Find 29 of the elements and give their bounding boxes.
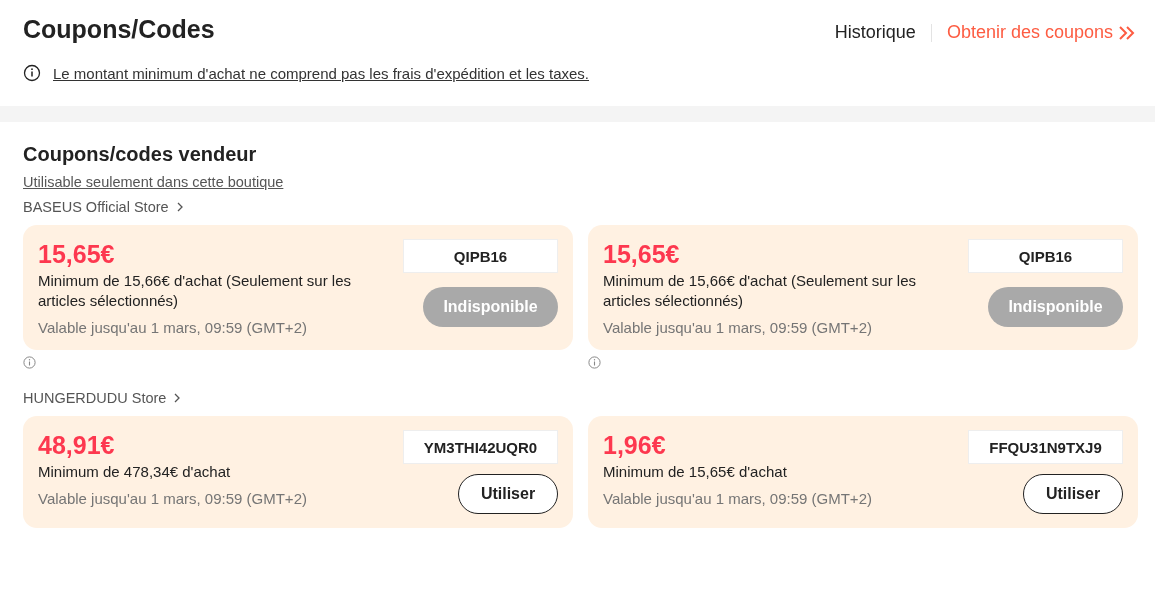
- coupon-amount: 1,96€: [603, 430, 667, 460]
- coupon-condition: Minimum de 15,66€ d'achat (Seulement sur les articles sélectionnés): [603, 271, 918, 311]
- coupon-validity: Valable jusqu'au 1 mars, 09:59 (GMT+2): [38, 319, 308, 336]
- coupon-condition: Minimum de 15,65€ d'achat: [603, 462, 788, 482]
- double-chevron-icon: [1117, 24, 1137, 41]
- page-title: Coupons/Codes: [23, 14, 215, 44]
- coupon-condition: Minimum de 15,66€ d'achat (Seulement sur les articles sélectionnés): [38, 271, 353, 311]
- coupon-amount: 48,91€: [38, 430, 116, 460]
- coupon-validity: Valable jusqu'au 1 mars, 09:59 (GMT+2): [603, 490, 873, 507]
- coupon-code: YM3THI42UQR0: [403, 430, 558, 464]
- coupon-validity: Valable jusqu'au 1 mars, 09:59 (GMT+2): [38, 490, 308, 507]
- section-subtitle[interactable]: Utilisable seulement dans cette boutique: [23, 174, 1138, 190]
- notice-text[interactable]: Le montant minimum d'achat ne comprend pas les frais d'expédition et les taxes.: [53, 64, 589, 82]
- info-icon: [23, 64, 41, 82]
- coupon-code: FFQU31N9TXJ9: [968, 430, 1123, 464]
- coupon-condition: Minimum de 478,34€ d'achat: [38, 462, 232, 482]
- coupon-code: QIPB16: [968, 239, 1123, 273]
- history-link[interactable]: Historique: [834, 22, 916, 43]
- store-link[interactable]: BASEUS Official Store: [23, 199, 184, 215]
- coupon-amount: 15,65€: [38, 239, 116, 269]
- section-title: Coupons/codes vendeur: [23, 142, 258, 166]
- coupon-amount: 15,65€: [603, 239, 681, 269]
- store-link[interactable]: HUNGERDUDU Store: [23, 390, 182, 406]
- coupon-code: QIPB16: [403, 239, 558, 273]
- chevron-icon: [175, 201, 184, 213]
- use-button[interactable]: Utiliser: [458, 474, 558, 514]
- use-button[interactable]: Utiliser: [1023, 474, 1123, 514]
- coupon-validity: Valable jusqu'au 1 mars, 09:59 (GMT+2): [603, 319, 873, 336]
- chevron-icon: [173, 392, 182, 404]
